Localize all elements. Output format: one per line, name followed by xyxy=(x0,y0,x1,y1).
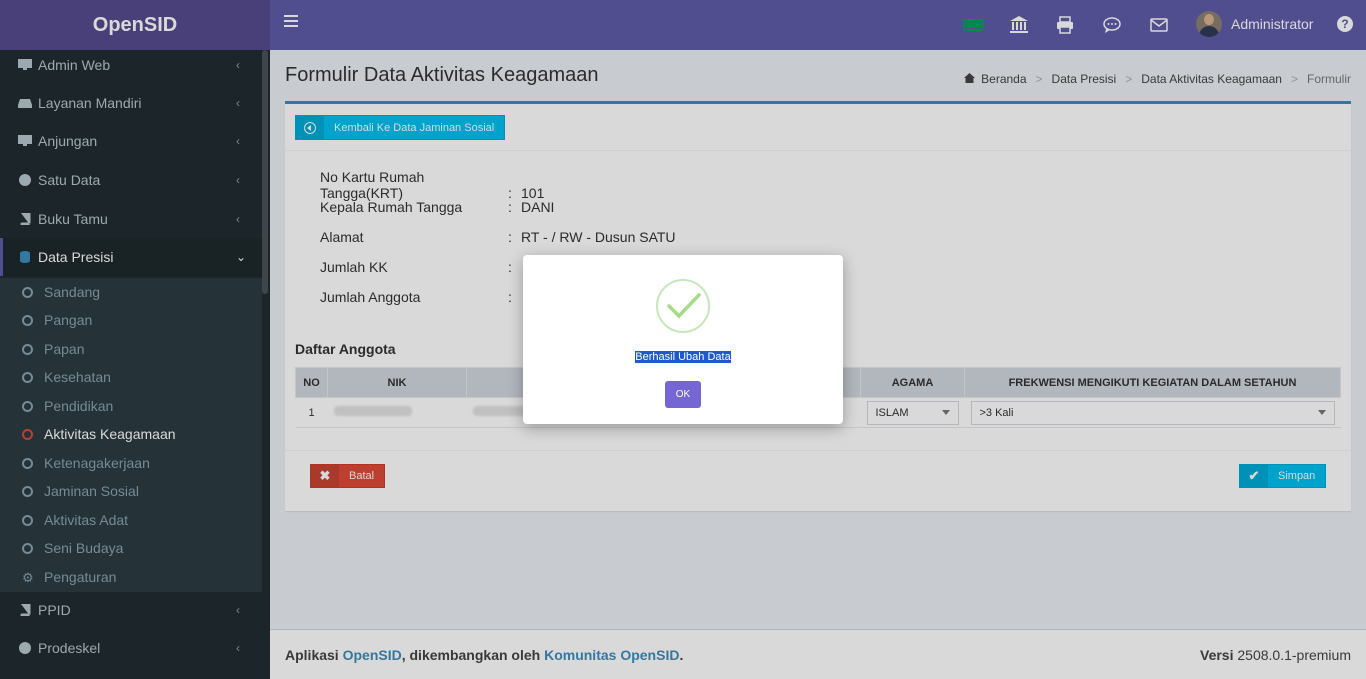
success-dialog: Berhasil Ubah Data OK xyxy=(523,255,843,424)
success-check-icon xyxy=(656,279,710,333)
dialog-message: Berhasil Ubah Data xyxy=(635,351,731,363)
ok-button[interactable]: OK xyxy=(665,381,701,408)
